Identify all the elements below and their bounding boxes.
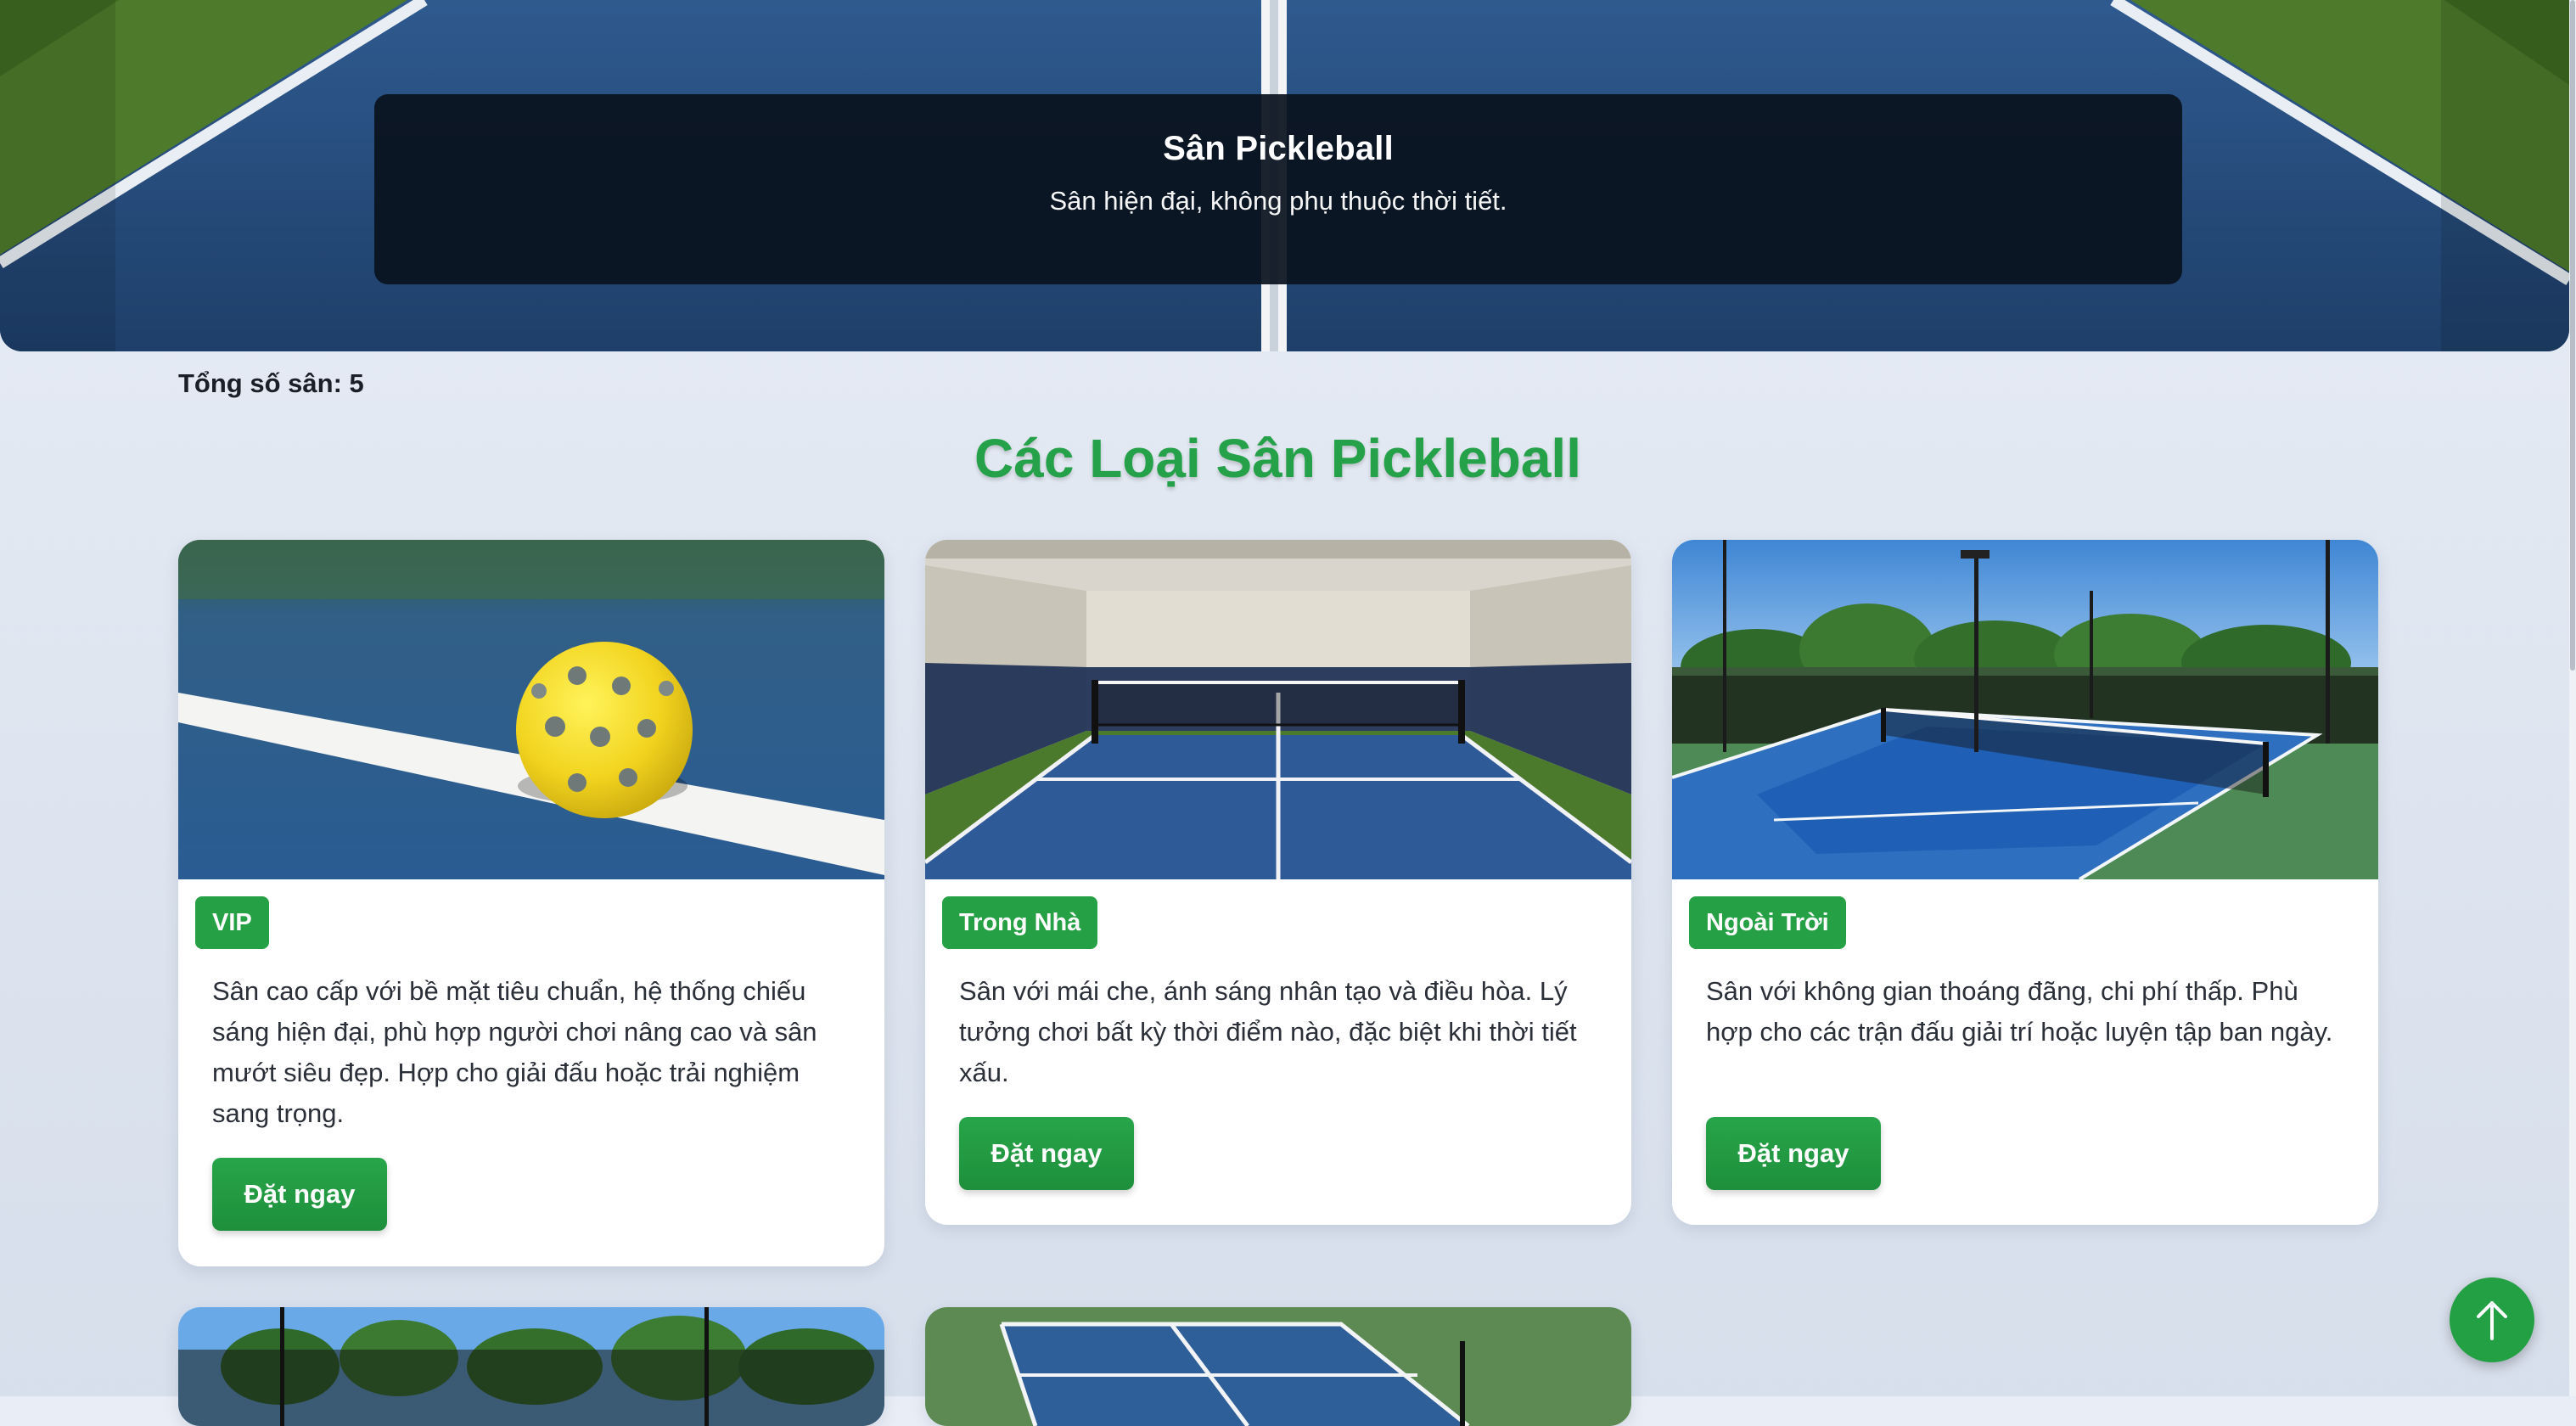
arrow-up-icon <box>2477 1301 2507 1340</box>
card-image <box>178 1307 884 1426</box>
card-image <box>178 540 884 879</box>
card-description: Sân với không gian thoáng đãng, chi phí … <box>1706 976 2333 1047</box>
hero-subtitle: Sân hiện đại, không phụ thuộc thời tiết. <box>1049 186 1507 216</box>
book-now-button[interactable]: Đặt ngay <box>212 1158 387 1231</box>
total-courts-count: Tổng số sân: 5 <box>178 368 364 398</box>
card-image <box>925 1307 1631 1426</box>
scrollbar-thumb[interactable] <box>2570 0 2575 671</box>
court-card-partial <box>925 1307 1631 1426</box>
court-card-vip: VIP Sân cao cấp với bề mặt tiêu chuẩn, h… <box>178 540 884 1266</box>
card-image <box>925 540 1631 879</box>
hero-title: Sân Pickleball <box>1163 130 1394 167</box>
card-image <box>1672 540 2378 879</box>
book-now-button[interactable]: Đặt ngay <box>1706 1117 1881 1190</box>
aerial-court-image <box>925 1307 1631 1426</box>
outdoor-court-image <box>1672 540 2378 879</box>
card-description: Sân cao cấp với bề mặt tiêu chuẩn, hệ th… <box>212 976 817 1128</box>
court-card-indoor: Trong Nhà Sân với mái che, ánh sáng nhân… <box>925 540 1631 1225</box>
book-now-button[interactable]: Đặt ngay <box>959 1117 1134 1190</box>
court-card-outdoor: Ngoài Trời Sân với không gian thoáng đãn… <box>1672 540 2378 1225</box>
hero-overlay: Sân Pickleball Sân hiện đại, không phụ t… <box>374 94 2182 284</box>
card-description: Sân với mái che, ánh sáng nhân tạo và đi… <box>959 976 1577 1087</box>
card-badge: Ngoài Trời <box>1689 896 1846 949</box>
page-scrollbar[interactable] <box>2569 0 2576 1396</box>
card-badge: VIP <box>195 896 269 949</box>
hero-banner: Sân Pickleball Sân hiện đại, không phụ t… <box>0 0 2569 351</box>
court-card-partial <box>178 1307 884 1426</box>
section-title: Các Loại Sân Pickleball <box>974 428 1581 489</box>
outdoor-trees-court-image <box>178 1307 884 1426</box>
card-badge: Trong Nhà <box>942 896 1098 949</box>
back-to-top-button[interactable] <box>2450 1277 2534 1362</box>
pickleball-ball-image <box>178 540 884 879</box>
indoor-court-image <box>925 540 1631 879</box>
